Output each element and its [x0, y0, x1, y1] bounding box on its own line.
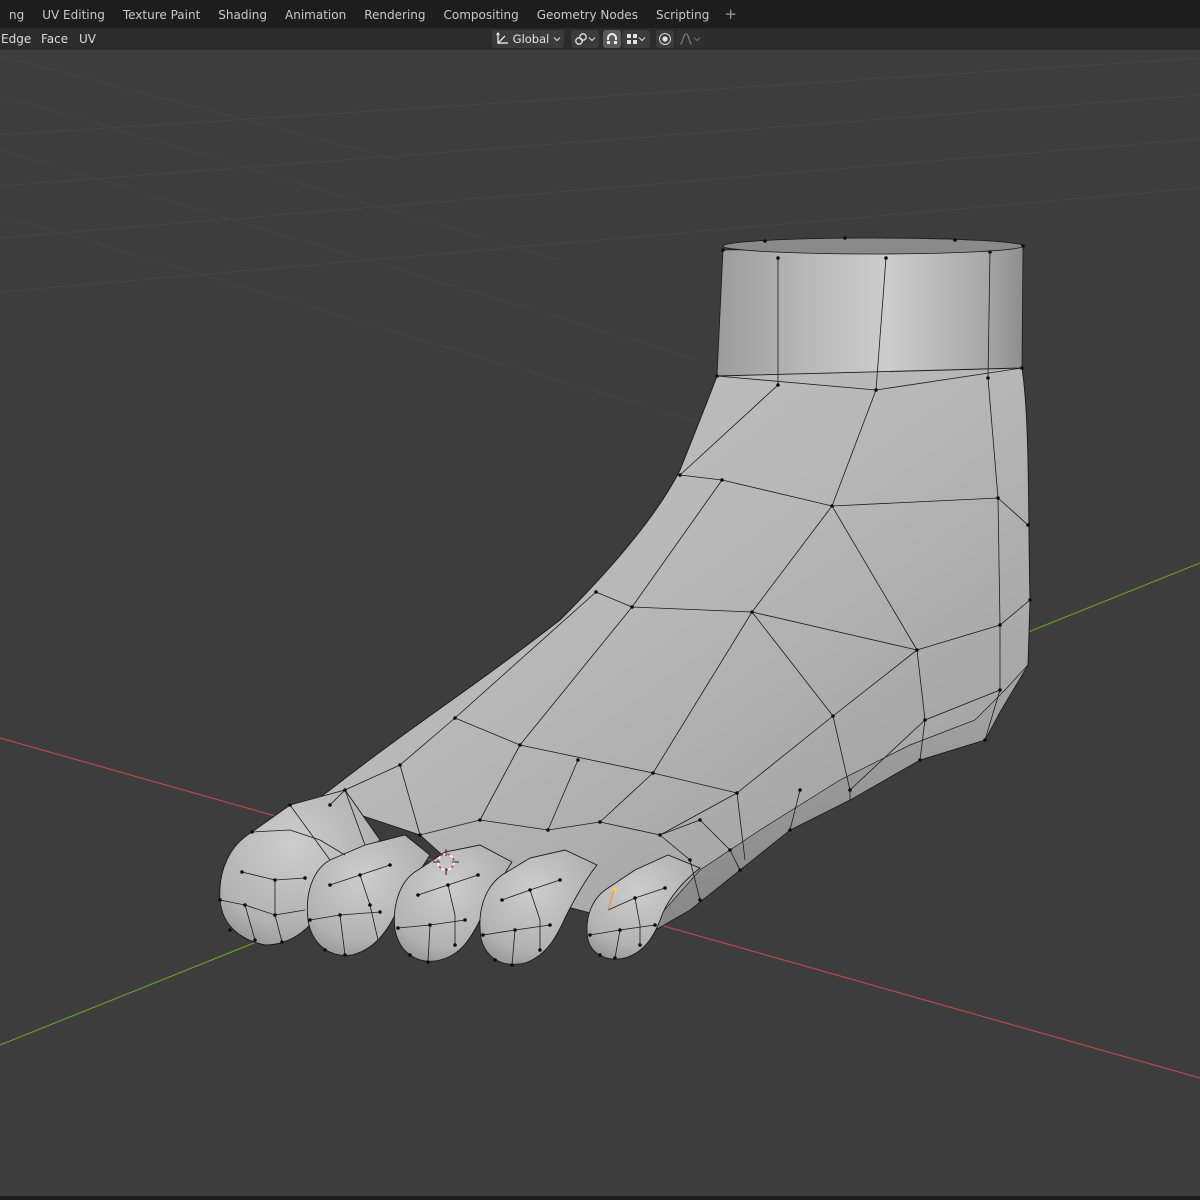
proportional-editing-icon	[659, 33, 671, 45]
foot-mesh	[218, 236, 1032, 967]
transform-orientation-icon	[495, 32, 508, 44]
tab-texture-paint[interactable]: Texture Paint	[114, 0, 209, 28]
tab-geometry-nodes[interactable]: Geometry Nodes	[528, 0, 647, 28]
proportional-falloff-dropdown[interactable]	[676, 30, 704, 48]
tab-uv-editing[interactable]: UV Editing	[33, 0, 114, 28]
menu-uv[interactable]: UV	[79, 28, 96, 50]
pivot-point-icon	[575, 33, 587, 45]
falloff-curve-icon	[679, 33, 693, 45]
snap-magnet-icon	[607, 33, 617, 44]
chevron-down-icon	[693, 37, 701, 42]
pivot-point-dropdown[interactable]	[571, 30, 599, 48]
viewport-header: Edge Face UV Global	[0, 28, 1200, 50]
menu-face[interactable]: Face	[41, 28, 68, 50]
snap-toggle[interactable]	[603, 30, 621, 48]
add-workspace-button[interactable]: +	[718, 0, 743, 28]
blender-window: ng UV Editing Texture Paint Shading Anim…	[0, 0, 1200, 1200]
snap-increment-icon	[627, 34, 637, 44]
tab-rendering[interactable]: Rendering	[355, 0, 434, 28]
tab-shading[interactable]: Shading	[209, 0, 276, 28]
transform-orientation-dropdown[interactable]: Global	[492, 30, 564, 48]
viewport-canvas	[0, 55, 1200, 1079]
menu-edge[interactable]: Edge	[1, 28, 31, 50]
chevron-down-icon	[638, 37, 646, 42]
tab-compositing[interactable]: Compositing	[435, 0, 528, 28]
ankle-opening	[722, 237, 1024, 255]
chevron-down-icon	[553, 37, 561, 42]
proportional-editing-toggle[interactable]	[656, 30, 674, 48]
tab-animation[interactable]: Animation	[276, 0, 355, 28]
tab-scripting[interactable]: Scripting	[647, 0, 718, 28]
3d-viewport[interactable]	[0, 50, 1200, 1196]
status-bar	[0, 1196, 1200, 1200]
chevron-down-icon	[588, 37, 596, 42]
workspace-tabs-bar: ng UV Editing Texture Paint Shading Anim…	[0, 0, 1200, 28]
snap-target-dropdown[interactable]	[622, 30, 650, 48]
tab-modeling[interactable]: ng	[0, 0, 33, 28]
transform-orientation-value: Global	[512, 32, 550, 46]
